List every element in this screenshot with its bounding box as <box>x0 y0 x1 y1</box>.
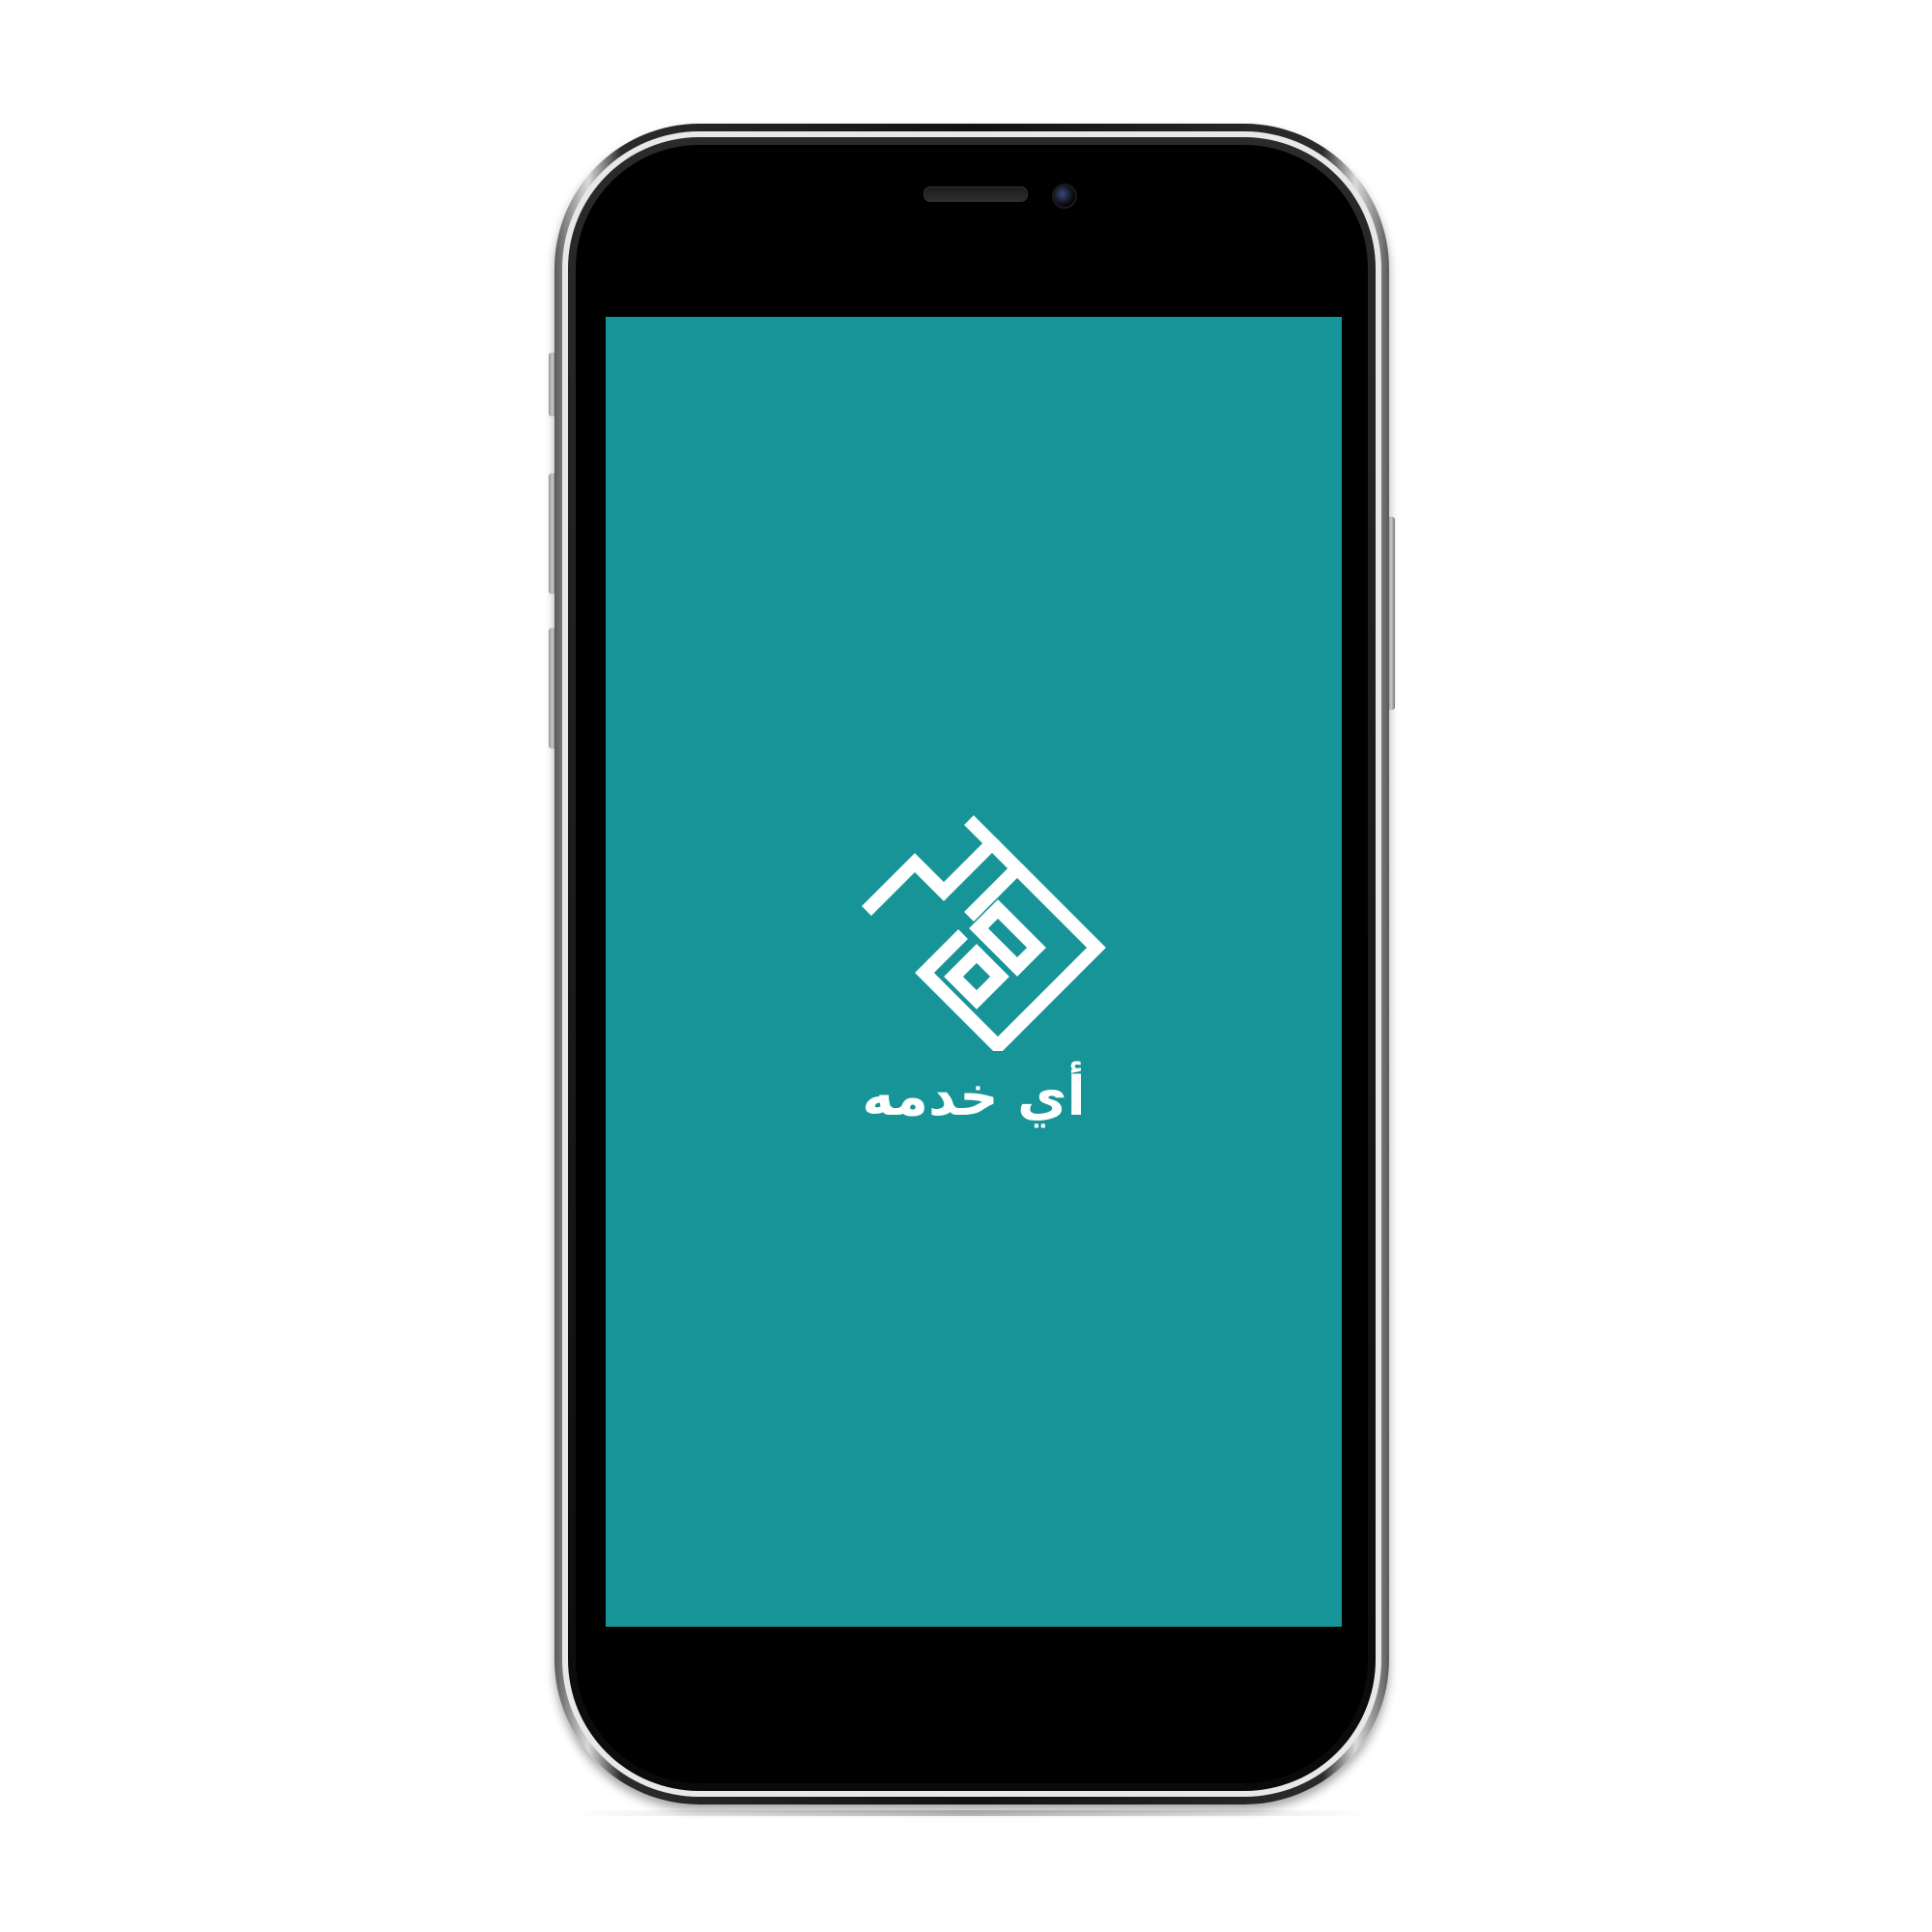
app-logo-icon <box>862 815 1106 1051</box>
app-name: أي خدمه <box>862 1065 1086 1128</box>
front-camera-icon <box>1052 184 1077 209</box>
splash-screen[interactable]: أي خدمه <box>606 317 1342 1627</box>
ground-shadow <box>570 1810 1372 1816</box>
mockup-stage: أي خدمه <box>0 0 1932 1932</box>
earpiece-speaker <box>923 186 1028 202</box>
